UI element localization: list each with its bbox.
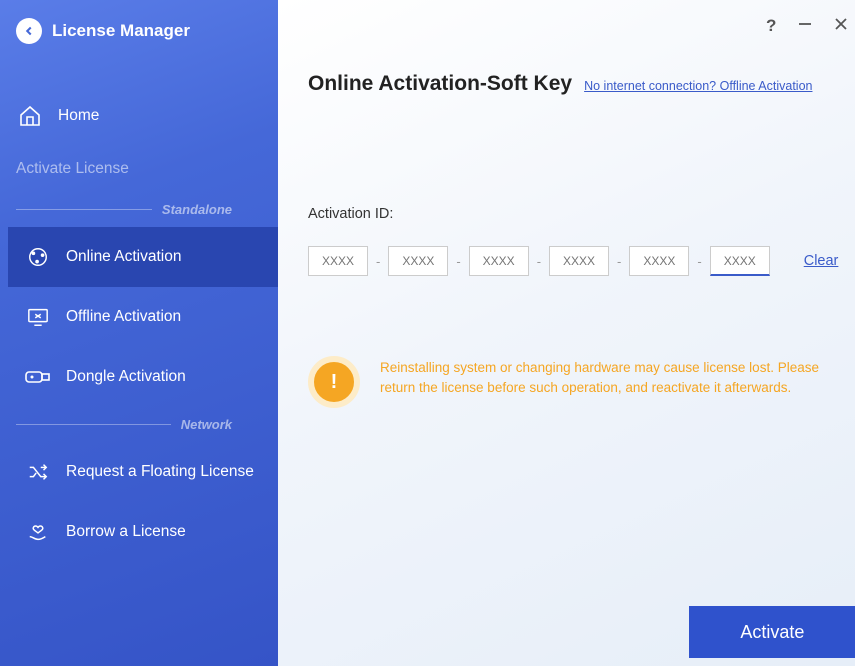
app-title: License Manager xyxy=(52,21,190,41)
sidebar-group-network: Network xyxy=(0,407,278,442)
nav-label: Request a Floating License xyxy=(66,463,254,481)
nav-label: Home xyxy=(58,107,99,125)
main-panel: ? Online Activation-Soft Key No internet… xyxy=(278,0,855,666)
activation-key-3[interactable] xyxy=(469,246,529,276)
activation-id-row: - - - - - Clear xyxy=(278,222,855,276)
sidebar-item-online-activation[interactable]: Online Activation xyxy=(8,227,278,287)
dash-separator: - xyxy=(376,254,380,269)
warning-box: ! Reinstalling system or changing hardwa… xyxy=(308,356,828,408)
nav-label: Dongle Activation xyxy=(66,368,186,386)
shuffle-icon xyxy=(24,461,52,483)
sidebar: License Manager Home Activate License St… xyxy=(0,0,278,666)
sidebar-item-offline-activation[interactable]: Offline Activation xyxy=(8,287,278,347)
activation-key-6[interactable] xyxy=(710,246,770,276)
offline-activation-link[interactable]: No internet connection? Offline Activati… xyxy=(584,79,812,93)
hand-heart-icon xyxy=(24,521,52,543)
globe-icon xyxy=(24,246,52,268)
page-title: Online Activation-Soft Key xyxy=(308,72,572,96)
warning-text: Reinstalling system or changing hardware… xyxy=(380,356,828,399)
sidebar-item-borrow-license[interactable]: Borrow a License xyxy=(8,502,278,562)
dash-separator: - xyxy=(537,254,541,269)
activation-key-5[interactable] xyxy=(629,246,689,276)
dash-separator: - xyxy=(617,254,621,269)
nav-label: Online Activation xyxy=(66,248,181,266)
monitor-x-icon xyxy=(24,306,52,328)
nav-label: Offline Activation xyxy=(66,308,181,326)
sidebar-section-activate: Activate License xyxy=(0,146,278,192)
dash-separator: - xyxy=(456,254,460,269)
activation-key-4[interactable] xyxy=(549,246,609,276)
sidebar-group-standalone: Standalone xyxy=(0,192,278,227)
page-title-row: Online Activation-Soft Key No internet c… xyxy=(278,0,855,96)
clear-link[interactable]: Clear xyxy=(804,253,839,269)
activation-id-label: Activation ID: xyxy=(278,96,855,222)
warning-icon: ! xyxy=(308,356,360,408)
activation-key-2[interactable] xyxy=(388,246,448,276)
sidebar-item-request-floating[interactable]: Request a Floating License xyxy=(8,442,278,502)
close-button[interactable] xyxy=(834,17,848,36)
back-button[interactable] xyxy=(16,18,42,44)
app-header: License Manager xyxy=(0,0,278,56)
minimize-button[interactable] xyxy=(798,17,812,36)
help-button[interactable]: ? xyxy=(766,16,776,36)
sidebar-item-home[interactable]: Home xyxy=(0,86,278,146)
usb-icon xyxy=(24,369,52,385)
home-icon xyxy=(16,104,44,128)
activation-key-1[interactable] xyxy=(308,246,368,276)
dash-separator: - xyxy=(697,254,701,269)
activate-button[interactable]: Activate xyxy=(689,606,855,658)
nav-label: Borrow a License xyxy=(66,523,186,541)
sidebar-item-dongle-activation[interactable]: Dongle Activation xyxy=(8,347,278,407)
window-controls: ? xyxy=(766,16,848,36)
